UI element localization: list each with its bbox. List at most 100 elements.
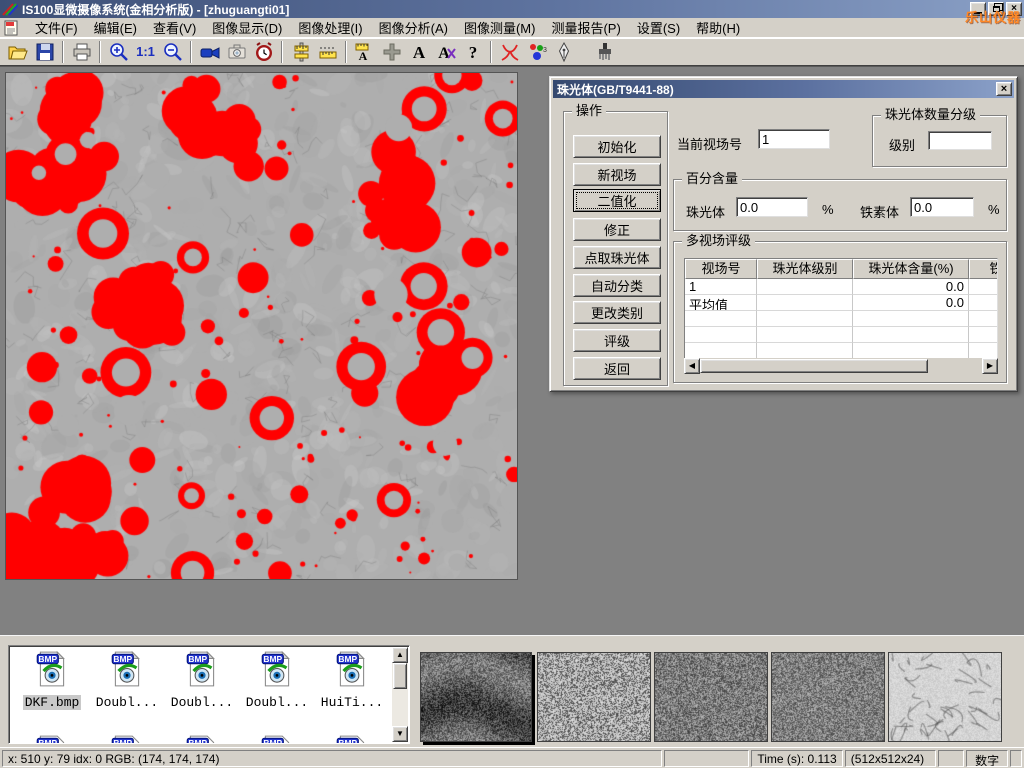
file-item[interactable]: BMP bbox=[240, 734, 314, 744]
menu-help[interactable]: 帮助(H) bbox=[688, 16, 748, 39]
hscroll-thumb[interactable] bbox=[700, 359, 928, 373]
spline-tool-button[interactable] bbox=[496, 40, 523, 64]
menu-image-analysis[interactable]: 图像分析(A) bbox=[371, 16, 456, 39]
open-button[interactable] bbox=[4, 40, 31, 64]
menu-measure-report[interactable]: 测量报告(P) bbox=[543, 16, 628, 39]
thumbnail-4[interactable] bbox=[771, 652, 885, 742]
pick-pearlite-button[interactable]: 点取珠光体 bbox=[573, 246, 661, 269]
file-name[interactable]: Doubl... bbox=[244, 695, 310, 710]
return-button[interactable]: 返回 bbox=[573, 357, 661, 380]
table-row[interactable] bbox=[685, 343, 997, 359]
file-item[interactable]: BMP bbox=[15, 734, 89, 744]
print-button[interactable] bbox=[68, 40, 95, 64]
file-list[interactable]: BMP DKF.bmp BMP Doubl... BMP Doubl... BM… bbox=[8, 645, 410, 744]
vscroll-thumb[interactable] bbox=[393, 663, 407, 689]
scale-annotate-button[interactable]: A bbox=[351, 40, 378, 64]
close-button[interactable]: × bbox=[1006, 2, 1022, 16]
file-item[interactable]: BMP DKF.bmp bbox=[15, 650, 89, 711]
help-button[interactable]: ? bbox=[459, 40, 486, 64]
rating-table[interactable]: 视场号 珠光体级别 珠光体含量(%) 铁素体 1 0.0 平均值 0.0 bbox=[684, 258, 998, 374]
file-item[interactable]: BMP bbox=[165, 734, 239, 744]
svg-text:A: A bbox=[358, 49, 367, 63]
restore-button[interactable] bbox=[988, 2, 1004, 16]
bmp-file-icon: BMP bbox=[334, 650, 370, 688]
classify-tool-button[interactable]: 3 bbox=[523, 40, 550, 64]
photo-capture-button[interactable] bbox=[223, 40, 250, 64]
scroll-up-button[interactable]: ▲ bbox=[392, 647, 408, 663]
file-item[interactable]: BMP bbox=[315, 734, 389, 744]
pearlite-percent-input[interactable] bbox=[736, 197, 808, 217]
file-item[interactable]: BMP Doubl... bbox=[240, 650, 314, 711]
cursor-position-readout: x: 510 y: 79 idx: 0 RGB: (174, 174, 174) bbox=[2, 750, 662, 767]
binarize-button[interactable]: 二值化 bbox=[573, 189, 661, 212]
menu-image-measure[interactable]: 图像测量(M) bbox=[456, 16, 544, 39]
col-ferrite[interactable]: 铁素体 bbox=[969, 259, 998, 279]
percent-group-label: 百分含量 bbox=[682, 172, 742, 186]
file-name[interactable]: DKF.bmp bbox=[23, 695, 82, 710]
col-pearlite-content[interactable]: 珠光体含量(%) bbox=[853, 259, 969, 279]
thumbnail-5[interactable] bbox=[888, 652, 1002, 742]
specimen-image[interactable] bbox=[5, 72, 518, 580]
print-icon bbox=[71, 41, 93, 63]
menu-settings[interactable]: 设置(S) bbox=[629, 16, 688, 39]
file-item[interactable]: BMP Doubl... bbox=[90, 650, 164, 711]
dialog-close-button[interactable]: × bbox=[996, 82, 1012, 96]
edit-annotation-button[interactable]: A bbox=[432, 40, 459, 64]
zoom-out-button[interactable] bbox=[159, 40, 186, 64]
timer-capture-button[interactable] bbox=[250, 40, 277, 64]
caliper-measure-button[interactable] bbox=[287, 40, 314, 64]
minimize-button[interactable] bbox=[970, 2, 986, 16]
pen-tool-button[interactable] bbox=[550, 40, 577, 64]
bmp-file-icon: BMP bbox=[259, 734, 295, 744]
table-hscrollbar[interactable]: ◀ ▶ bbox=[684, 358, 998, 374]
video-capture-button[interactable] bbox=[196, 40, 223, 64]
correct-button[interactable]: 修正 bbox=[573, 218, 661, 241]
table-row[interactable] bbox=[685, 327, 997, 343]
pearlite-percent-sign: % bbox=[822, 202, 834, 217]
dialog-titlebar[interactable]: 珠光体(GB/T9441-88) × bbox=[553, 80, 1014, 98]
thumbnail-2[interactable] bbox=[537, 652, 651, 742]
file-name[interactable]: HuiTi... bbox=[319, 695, 385, 710]
grid-overlay-button[interactable] bbox=[378, 40, 405, 64]
brush-tool-button[interactable] bbox=[591, 40, 618, 64]
scroll-left-button[interactable]: ◀ bbox=[684, 358, 700, 374]
new-field-button[interactable]: 新视场 bbox=[573, 163, 661, 186]
ruler-measure-button[interactable] bbox=[314, 40, 341, 64]
col-pearlite-grade[interactable]: 珠光体级别 bbox=[757, 259, 853, 279]
pearlite-label: 珠光体 bbox=[686, 202, 725, 221]
init-button[interactable]: 初始化 bbox=[573, 135, 661, 158]
bmp-file-icon: BMP bbox=[184, 650, 220, 688]
zoom-in-button[interactable] bbox=[105, 40, 132, 64]
file-item[interactable]: BMP Doubl... bbox=[165, 650, 239, 711]
thumbnail-1[interactable] bbox=[420, 652, 532, 742]
table-row[interactable]: 1 0.0 bbox=[685, 279, 997, 295]
file-name[interactable]: Doubl... bbox=[169, 695, 235, 710]
table-row[interactable] bbox=[685, 311, 997, 327]
table-row[interactable]: 平均值 0.0 bbox=[685, 295, 997, 311]
zoom-1to1-button[interactable]: 1:1 bbox=[132, 40, 159, 64]
svg-text:BMP: BMP bbox=[263, 738, 282, 744]
file-name[interactable]: Doubl... bbox=[94, 695, 160, 710]
rate-button[interactable]: 评级 bbox=[573, 329, 661, 352]
menu-image-display[interactable]: 图像显示(D) bbox=[204, 16, 290, 39]
current-field-input[interactable] bbox=[758, 129, 830, 149]
menu-file[interactable]: 文件(F) bbox=[27, 16, 86, 39]
menu-view[interactable]: 查看(V) bbox=[145, 16, 204, 39]
save-button[interactable] bbox=[31, 40, 58, 64]
change-class-button[interactable]: 更改类别 bbox=[573, 301, 661, 324]
thumbnail-3[interactable] bbox=[654, 652, 768, 742]
grade-input[interactable] bbox=[928, 131, 992, 150]
file-item[interactable]: BMP bbox=[90, 734, 164, 744]
scroll-down-button[interactable]: ▼ bbox=[392, 726, 408, 742]
file-item[interactable]: BMP HuiTi... bbox=[315, 650, 389, 711]
menu-image-processing[interactable]: 图像处理(I) bbox=[290, 16, 370, 39]
file-list-vscrollbar[interactable]: ▲ ▼ bbox=[392, 647, 408, 742]
col-field-no[interactable]: 视场号 bbox=[685, 259, 757, 279]
alarm-clock-icon bbox=[253, 41, 275, 63]
image-size-readout: (512x512x24) bbox=[845, 750, 936, 767]
scroll-right-button[interactable]: ▶ bbox=[982, 358, 998, 374]
auto-classify-button[interactable]: 自动分类 bbox=[573, 274, 661, 297]
menu-edit[interactable]: 编辑(E) bbox=[86, 16, 145, 39]
ferrite-percent-input[interactable] bbox=[910, 197, 974, 217]
text-annotate-button[interactable]: A bbox=[405, 40, 432, 64]
